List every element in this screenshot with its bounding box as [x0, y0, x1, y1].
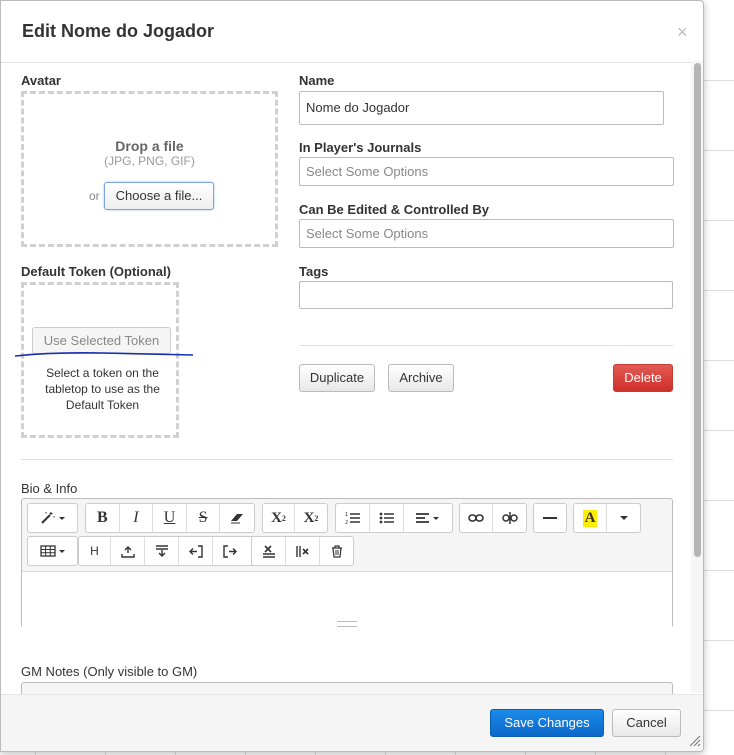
row-above-icon[interactable]: [111, 537, 145, 565]
tags-label: Tags: [299, 264, 329, 279]
grid-line: [704, 290, 734, 291]
bio-text-area[interactable]: [22, 571, 672, 628]
default-token-label: Default Token (Optional): [21, 264, 171, 279]
journals-select[interactable]: Select Some Options: [299, 157, 674, 186]
underline-icon[interactable]: U: [153, 504, 187, 532]
toolbar-group-table: [27, 536, 78, 566]
toolbar-group-font: B I U S: [85, 503, 255, 533]
heading-icon[interactable]: H: [79, 537, 111, 565]
italic-icon[interactable]: I: [120, 504, 154, 532]
grid-line: [704, 80, 734, 81]
magic-wand-icon[interactable]: [28, 504, 77, 532]
toolbar-group-style: [27, 503, 78, 533]
bio-editor: B I U S X2 X2 12 A H: [21, 498, 673, 628]
dialog-title: Edit Nome do Jogador: [22, 21, 215, 41]
bold-icon[interactable]: B: [86, 504, 120, 532]
resize-handle-icon[interactable]: [337, 621, 357, 627]
eraser-icon[interactable]: [220, 504, 254, 532]
row-below-icon[interactable]: [145, 537, 179, 565]
color-dropdown-icon[interactable]: [607, 504, 640, 532]
scrollbar-thumb[interactable]: [694, 63, 701, 557]
trash-icon[interactable]: [320, 537, 353, 565]
choose-file-button[interactable]: Choose a file...: [104, 182, 214, 210]
text-color-icon[interactable]: A: [574, 504, 608, 532]
divider: [21, 459, 673, 460]
avatar-dropzone[interactable]: Drop a file (JPG, PNG, GIF) or Choose a …: [21, 91, 278, 247]
horizontal-rule-icon[interactable]: [534, 504, 566, 532]
dialog-header: Edit Nome do Jogador ×: [1, 1, 703, 63]
cancel-button[interactable]: Cancel: [612, 709, 681, 737]
dialog-footer: Save Changes Cancel: [1, 694, 703, 751]
controlled-by-label: Can Be Edited & Controlled By: [299, 202, 489, 217]
superscript-icon[interactable]: X2: [263, 504, 296, 532]
journals-label: In Player's Journals: [299, 140, 422, 155]
subscript-icon[interactable]: X2: [295, 504, 327, 532]
delete-col-icon[interactable]: [286, 537, 320, 565]
grid-line: [704, 430, 734, 431]
svg-text:1: 1: [345, 512, 348, 518]
resize-grip-icon[interactable]: [689, 735, 701, 747]
delete-button[interactable]: Delete: [613, 364, 673, 392]
grid-line: [704, 570, 734, 571]
grid-line: [704, 220, 734, 221]
toolbar-group-color: A: [573, 503, 641, 533]
archive-button[interactable]: Archive: [388, 364, 454, 392]
bio-label: Bio & Info: [21, 481, 78, 496]
name-input[interactable]: Nome do Jogador: [299, 91, 664, 125]
duplicate-button[interactable]: Duplicate: [299, 364, 375, 392]
gm-notes-editor: [21, 682, 673, 694]
dialog-body: Avatar Drop a file (JPG, PNG, GIF) or Ch…: [1, 64, 691, 694]
strikethrough-icon[interactable]: S: [187, 504, 221, 532]
col-right-icon[interactable]: [213, 537, 247, 565]
drop-file-types: (JPG, PNG, GIF): [104, 154, 195, 168]
pen-annotation-line: [14, 352, 194, 357]
tags-input[interactable]: [299, 281, 673, 309]
link-icon[interactable]: [460, 504, 494, 532]
save-changes-button[interactable]: Save Changes: [490, 709, 604, 737]
toolbar-group-delete: [251, 536, 354, 566]
toolbar-group-link: [459, 503, 527, 533]
grid-line: [704, 710, 734, 711]
align-icon[interactable]: [404, 504, 452, 532]
drop-title: Drop a file: [115, 138, 184, 154]
gm-notes-label: GM Notes (Only visible to GM): [21, 664, 198, 679]
controlled-by-select[interactable]: Select Some Options: [299, 219, 674, 248]
grid-line: [704, 640, 734, 641]
toolbar-group-hr: [533, 503, 567, 533]
ordered-list-icon[interactable]: 12: [336, 504, 370, 532]
token-help-text: Select a token on the tabletop to use as…: [45, 366, 160, 412]
close-icon[interactable]: ×: [677, 23, 688, 41]
grid-line: [704, 150, 734, 151]
col-left-icon[interactable]: [179, 537, 213, 565]
delete-row-icon[interactable]: [252, 537, 286, 565]
unlink-icon[interactable]: [493, 504, 526, 532]
edit-character-dialog: Edit Nome do Jogador × Avatar Drop a fil…: [0, 0, 704, 752]
toolbar-group-table-edit: H: [78, 536, 258, 566]
grid-line: [704, 500, 734, 501]
name-label: Name: [299, 73, 335, 88]
svg-text:2: 2: [345, 520, 348, 525]
divider: [299, 345, 673, 346]
or-text: or: [89, 189, 100, 203]
grid-line: [704, 360, 734, 361]
table-icon[interactable]: [28, 537, 77, 565]
avatar-label: Avatar: [21, 73, 61, 88]
token-dropzone: Use Selected Token Select a token on the…: [21, 282, 179, 438]
unordered-list-icon[interactable]: [370, 504, 404, 532]
toolbar-group-para: 12: [335, 503, 453, 533]
toolbar-group-script: X2 X2: [262, 503, 328, 533]
